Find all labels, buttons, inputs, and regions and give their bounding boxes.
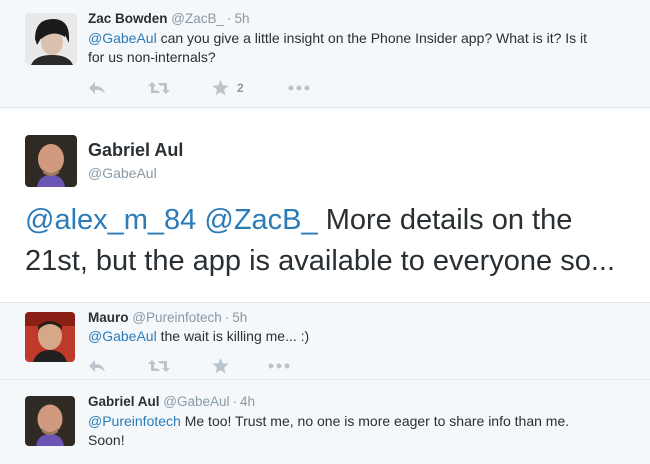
more-button[interactable] <box>268 357 298 375</box>
mention-link[interactable]: @ZacB_ <box>204 204 317 236</box>
reply-icon <box>88 358 106 374</box>
more-icon <box>288 85 310 91</box>
reply-icon <box>88 80 106 96</box>
tweet-actions <box>88 357 298 375</box>
display-name[interactable]: Zac Bowden <box>88 11 168 26</box>
separator: · <box>227 11 232 26</box>
username[interactable]: @GabeAul <box>163 394 229 409</box>
timestamp[interactable]: 5h <box>235 11 250 26</box>
separator: · <box>232 394 238 409</box>
favorite-button[interactable] <box>212 357 268 375</box>
tweet-header: Zac Bowden @ZacB_ · 5h <box>88 11 250 27</box>
tweet-text: @GabeAul can you give a little insight o… <box>88 29 643 67</box>
display-name[interactable]: Gabriel Aul <box>88 394 160 409</box>
star-icon <box>212 358 229 374</box>
display-name[interactable]: Gabriel Aul <box>88 140 183 161</box>
tweet-text-line1: Me too! Trust me, no one is more eager t… <box>180 413 570 429</box>
tweet-header: Mauro @Pureinfotech · 5h <box>88 310 247 326</box>
tweet-mauro[interactable]: Mauro @Pureinfotech · 5h @GabeAul the wait… <box>0 304 650 380</box>
mention-link[interactable]: @GabeAul <box>88 30 157 46</box>
tweet-text: @alex_m_84 @ZacB_ More details on the 21… <box>25 200 640 282</box>
favorite-button[interactable]: 2 <box>212 79 288 97</box>
tweet-gabriel-aul-reply[interactable]: Gabriel Aul @GabeAul · 4h @Pureinfotech Me… <box>0 381 650 464</box>
display-name[interactable]: Mauro <box>88 310 129 325</box>
avatar[interactable] <box>25 13 77 65</box>
favorite-count: 2 <box>237 81 244 95</box>
star-icon <box>212 80 229 96</box>
mention-link[interactable]: @Pureinfotech <box>88 413 181 429</box>
tweet-text-line2: Soon! <box>88 432 125 448</box>
tweet-text: @Pureinfotech Me too! Trust me, no one i… <box>88 412 643 450</box>
tweet-header: Gabriel Aul @GabeAul · 4h <box>88 394 255 410</box>
avatar[interactable] <box>25 396 75 446</box>
timestamp[interactable]: 4h <box>240 394 255 409</box>
more-button[interactable] <box>288 79 318 97</box>
username[interactable]: @ZacB_ <box>171 11 224 26</box>
separator: · <box>224 310 230 325</box>
avatar[interactable] <box>25 135 77 187</box>
tweet-text-line2: for us non-internals? <box>88 49 216 65</box>
username[interactable]: @Pureinfotech <box>132 310 222 325</box>
retweet-icon <box>148 358 170 374</box>
tweet-actions: 2 <box>88 79 318 97</box>
timestamp[interactable]: 5h <box>232 310 247 325</box>
tweet-text: @GabeAul the wait is killing me... :) <box>88 327 643 346</box>
tweet-text-line2: 21st, but the app is available to everyo… <box>25 245 616 277</box>
avatar[interactable] <box>25 312 75 362</box>
tweet-zac-bowden[interactable]: Zac Bowden @ZacB_ · 5h @GabeAul can you gi… <box>0 0 650 108</box>
mention-link[interactable]: @alex_m_84 <box>25 204 196 236</box>
retweet-button[interactable] <box>148 357 212 375</box>
tweet-text-line1: More details on the <box>317 204 573 236</box>
reply-button[interactable] <box>88 79 148 97</box>
tweet-text-line1: the wait is killing me... :) <box>156 328 310 344</box>
mention-link[interactable]: @GabeAul <box>88 328 157 344</box>
reply-button[interactable] <box>88 357 148 375</box>
retweet-icon <box>148 80 170 96</box>
retweet-button[interactable] <box>148 79 212 97</box>
more-icon <box>268 363 290 369</box>
tweet-text-line1: can you give a little insight on the Pho… <box>156 30 588 46</box>
username[interactable]: @GabeAul <box>88 165 157 181</box>
